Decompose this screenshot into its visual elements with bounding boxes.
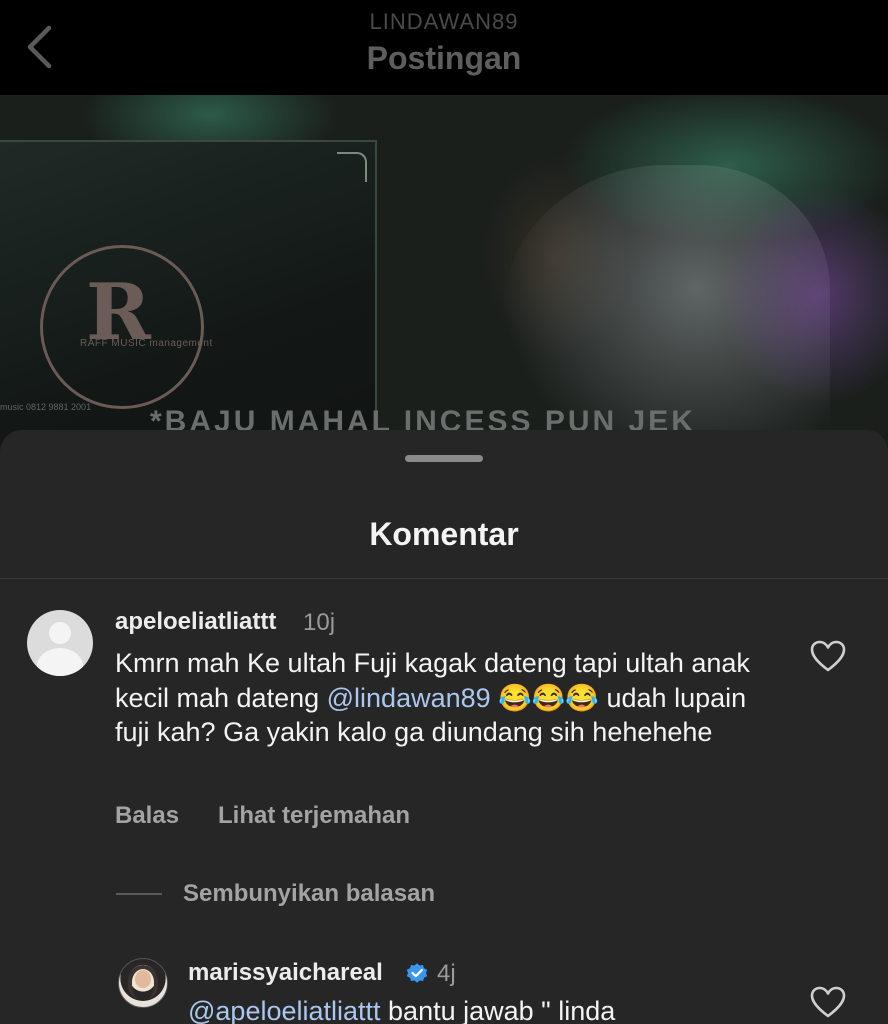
comments-sheet: Komentar apeloeliatliattt 10j Kmrn mah K… [0, 430, 888, 1024]
reply-timestamp: 4j [437, 960, 456, 987]
ornament-icon [337, 152, 367, 182]
default-avatar-head [49, 622, 71, 644]
reply-text: @apeloeliatliattt bantu jawab " linda [188, 996, 615, 1024]
header-username: LINDAWAN89 [369, 9, 519, 34]
post-video-frame: R RAFF MUSIC management music 0812 9881 … [0, 95, 888, 455]
mention-link[interactable]: @apeloeliatliattt [188, 996, 381, 1024]
reply-username[interactable]: marissyaichareal [188, 959, 383, 987]
like-heart-icon[interactable] [810, 640, 846, 672]
page-title: Postingan [366, 40, 522, 76]
see-translation-button[interactable]: Lihat terjemahan [218, 802, 410, 830]
reply-button[interactable]: Balas [115, 802, 179, 830]
comment-username[interactable]: apeloeliatliattt [115, 608, 276, 636]
hide-replies-button[interactable]: Sembunyikan balasan [183, 880, 435, 908]
comment-timestamp: 10j [303, 609, 336, 636]
avatar-face-shape [135, 970, 151, 988]
contact-text: music 0812 9881 2001 [0, 402, 92, 412]
avatar[interactable] [27, 610, 93, 676]
like-heart-icon[interactable] [810, 986, 846, 1018]
reply-text-part: bantu jawab " linda [380, 996, 616, 1024]
divider [116, 893, 162, 895]
top-navigation-bar: LINDAWAN89 Postingan [0, 0, 888, 95]
sheet-drag-handle[interactable] [405, 455, 483, 462]
verified-badge-icon [405, 961, 429, 985]
comment-text: Kmrn mah Ke ultah Fuji kagak dateng tapi… [115, 646, 785, 750]
mention-link[interactable]: @lindawan89 [327, 683, 491, 713]
default-avatar-body [37, 648, 83, 676]
avatar[interactable] [118, 958, 168, 1008]
comments-title: Komentar [369, 516, 519, 552]
brand-logo-text: RAFF MUSIC management [80, 338, 213, 349]
divider [0, 578, 888, 579]
